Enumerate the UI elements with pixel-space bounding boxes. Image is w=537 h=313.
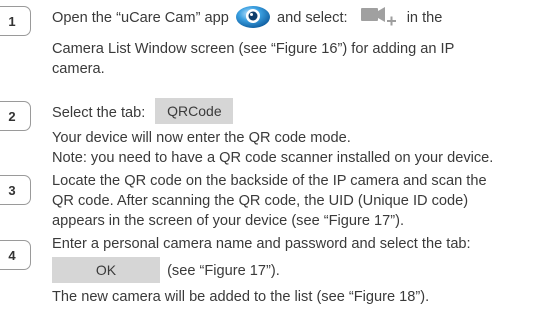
step4-text-suffix: (see “Figure 17”). bbox=[167, 263, 280, 279]
add-camera-icon bbox=[358, 5, 398, 29]
step2-line2: Your device will now enter the QR code m… bbox=[52, 130, 351, 146]
step2-text-prefix: Select the tab: bbox=[52, 105, 146, 121]
step1-line3: camera. bbox=[52, 61, 105, 77]
step1-line2: Camera List Window screen (see “Figure 1… bbox=[52, 41, 455, 57]
step-number-2: 2 bbox=[0, 101, 31, 131]
step2-line1: Select the tab: QRCode bbox=[52, 98, 234, 125]
step-number-1: 1 bbox=[0, 6, 31, 36]
step2-line3: Note: you need to have a QR code scanner… bbox=[52, 150, 494, 166]
step3-line1: Locate the QR code on the backside of th… bbox=[52, 173, 487, 189]
step3-line2: QR code. After scanning the QR code, the… bbox=[52, 193, 469, 209]
step4-line1: Enter a personal camera name and passwor… bbox=[52, 236, 471, 252]
step4-line3: The new camera will be added to the list… bbox=[52, 289, 430, 305]
step1-text-middle: and select: bbox=[276, 9, 348, 26]
step-number-3: 3 bbox=[0, 175, 31, 205]
step1-text-suffix: in the bbox=[406, 9, 443, 26]
step1-line1: Open the “uCare Cam” app and select: in … bbox=[52, 6, 442, 30]
step1-text-prefix: Open the “uCare Cam” app bbox=[52, 9, 229, 26]
step4-line2: OK (see “Figure 17”). bbox=[52, 257, 280, 283]
step-number-4: 4 bbox=[0, 240, 31, 270]
ok-tab-image: OK bbox=[52, 257, 160, 283]
qrcode-tab-image: QRCode bbox=[155, 98, 234, 124]
step3-line3: appears in the screen of your device (se… bbox=[52, 213, 405, 229]
ucare-cam-app-icon bbox=[234, 3, 272, 28]
